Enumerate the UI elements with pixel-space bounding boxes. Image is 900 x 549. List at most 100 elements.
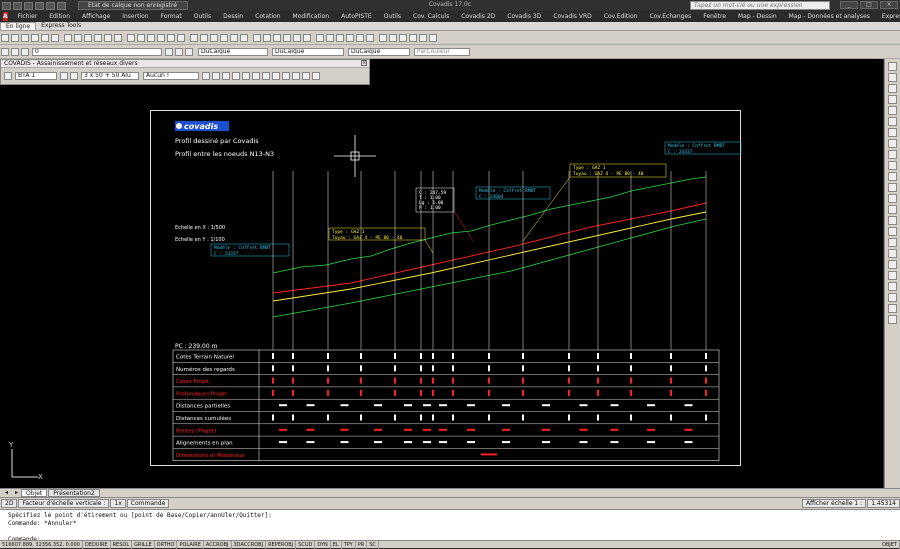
modify-tool-icon[interactable] [888,139,897,148]
space-toggle[interactable]: OBJET [880,540,900,549]
status-toggle[interactable]: ACCROBJ [204,540,232,549]
toolbar-icon[interactable] [346,33,354,42]
search-input[interactable]: Tapez un mot-clé ou une expression [690,1,830,10]
network-edit-icon[interactable] [60,72,68,80]
option-combo[interactable]: Aucun ! [143,72,199,80]
modify-tool-icon[interactable] [888,227,897,236]
modify-tool-icon[interactable] [888,282,897,291]
toolbar-icon[interactable] [127,33,135,42]
toolbar-icon[interactable] [210,33,218,42]
toolbar-icon[interactable] [379,33,387,42]
layer-manager-icon[interactable] [1,47,9,56]
toolbar-icon[interactable] [147,33,155,42]
toolbar-icon[interactable] [303,33,311,42]
tool-icon[interactable] [282,72,290,80]
scale-factor-value[interactable]: 1x [110,499,126,508]
toolbar-icon[interactable] [64,33,72,42]
modify-tool-icon[interactable] [888,161,897,170]
toolbar-icon[interactable] [230,33,238,42]
menu-item[interactable]: Fenêtre [697,13,732,20]
ribbon-tab[interactable]: En ligne [0,22,37,30]
menu-item[interactable]: Map - Données et analyses [783,13,876,20]
modify-tool-icon[interactable] [888,304,897,313]
menu-item[interactable]: Covadis VRD [547,13,598,20]
menu-item[interactable]: Format [155,13,188,20]
tool-icon[interactable] [292,72,300,80]
layer-combo[interactable]: 0 [32,47,162,56]
status-toggle[interactable]: DYN [315,540,331,549]
menu-item[interactable]: Express [876,13,900,20]
modify-tool-icon[interactable] [888,205,897,214]
lineweight-combo[interactable]: DuCalque [348,47,410,56]
modify-tool-icon[interactable] [888,194,897,203]
toolbar-icon[interactable] [84,33,92,42]
modify-tool-icon[interactable] [888,315,897,324]
modify-tool-icon[interactable] [888,172,897,181]
ribbon-tab[interactable]: Express Tools [36,22,86,30]
tool-icon[interactable] [222,72,230,80]
nav-next-icon[interactable]: ▸ [11,489,19,497]
layout-tab[interactable]: Objet [21,489,48,497]
toolbar-icon[interactable] [167,33,175,42]
toolbar-icon[interactable] [114,33,122,42]
menu-item[interactable]: Covadis 2D [455,13,501,20]
menu-item[interactable]: Cov.Edition [598,13,644,20]
modify-tool-icon[interactable] [888,128,897,137]
tool-icon[interactable] [312,72,320,80]
menu-item[interactable]: Fichier [12,13,44,20]
tool-icon[interactable] [262,72,270,80]
toolbar-icon[interactable] [263,33,271,42]
status-toggle[interactable]: PR [356,540,368,549]
status-toggle[interactable]: DEDUIRE [83,540,111,549]
toolbar-icon[interactable] [31,33,39,42]
menu-item[interactable]: Affichage [76,13,116,20]
toolbar-icon[interactable] [336,33,344,42]
nav-first-icon[interactable]: ◂ [1,489,9,497]
status-toggle[interactable]: GRILLE [132,540,155,549]
status-toggle[interactable]: ORTHO [155,540,178,549]
maximize-icon[interactable]: □ [860,1,878,9]
model-2d-button[interactable]: 2D [1,499,18,508]
modify-tool-icon[interactable] [888,117,897,126]
make-current-icon[interactable] [165,47,173,56]
app-logo-icon[interactable]: A [3,12,8,21]
status-toggle[interactable]: RESOL [111,540,133,549]
toolbar-icon[interactable] [389,33,397,42]
toolbar-icon[interactable] [157,33,165,42]
toolbar-icon[interactable] [419,33,427,42]
status-toggle[interactable]: POLAIRE [177,540,204,549]
toolbar-icon[interactable] [399,33,407,42]
toolbar-icon[interactable] [273,33,281,42]
match-layer-icon[interactable] [175,47,183,56]
modify-tool-icon[interactable] [888,238,897,247]
tool-icon[interactable] [272,72,280,80]
toolbar-icon[interactable] [51,33,59,42]
toolbar-icon[interactable] [316,33,324,42]
tool-icon[interactable] [302,72,310,80]
modify-tool-icon[interactable] [888,293,897,302]
menu-item[interactable]: Outils [378,13,407,20]
command-line[interactable]: Spécifiez le point d'étirement ou [point… [0,509,900,543]
layer-prev-icon[interactable] [21,47,29,56]
toolbar-icon[interactable] [74,33,82,42]
toolbar-icon[interactable] [293,33,301,42]
toolbar-icon[interactable] [104,33,112,42]
toolbar-icon[interactable] [11,33,19,42]
modify-tool-icon[interactable] [888,106,897,115]
layer-previous-icon[interactable] [185,47,193,56]
menu-item[interactable]: Covadis 3D [501,13,547,20]
menu-item[interactable]: Cov.Echanges [643,13,697,20]
menu-item[interactable]: Edition [43,13,76,20]
plotstyle-combo[interactable]: ParCouleur [414,47,470,56]
linetype-combo[interactable]: DuCalque [272,47,344,56]
tool-icon[interactable] [202,72,210,80]
menu-item[interactable]: Outils [188,13,217,20]
status-toggle[interactable]: SC [367,540,379,549]
tool-icon[interactable] [242,72,250,80]
toolbar-icon[interactable] [21,33,29,42]
tool-icon[interactable] [252,72,260,80]
toolbar-icon[interactable] [409,33,417,42]
close-icon[interactable]: × [361,60,367,66]
tool-icon[interactable] [212,72,220,80]
layer-state-icon[interactable] [11,47,19,56]
